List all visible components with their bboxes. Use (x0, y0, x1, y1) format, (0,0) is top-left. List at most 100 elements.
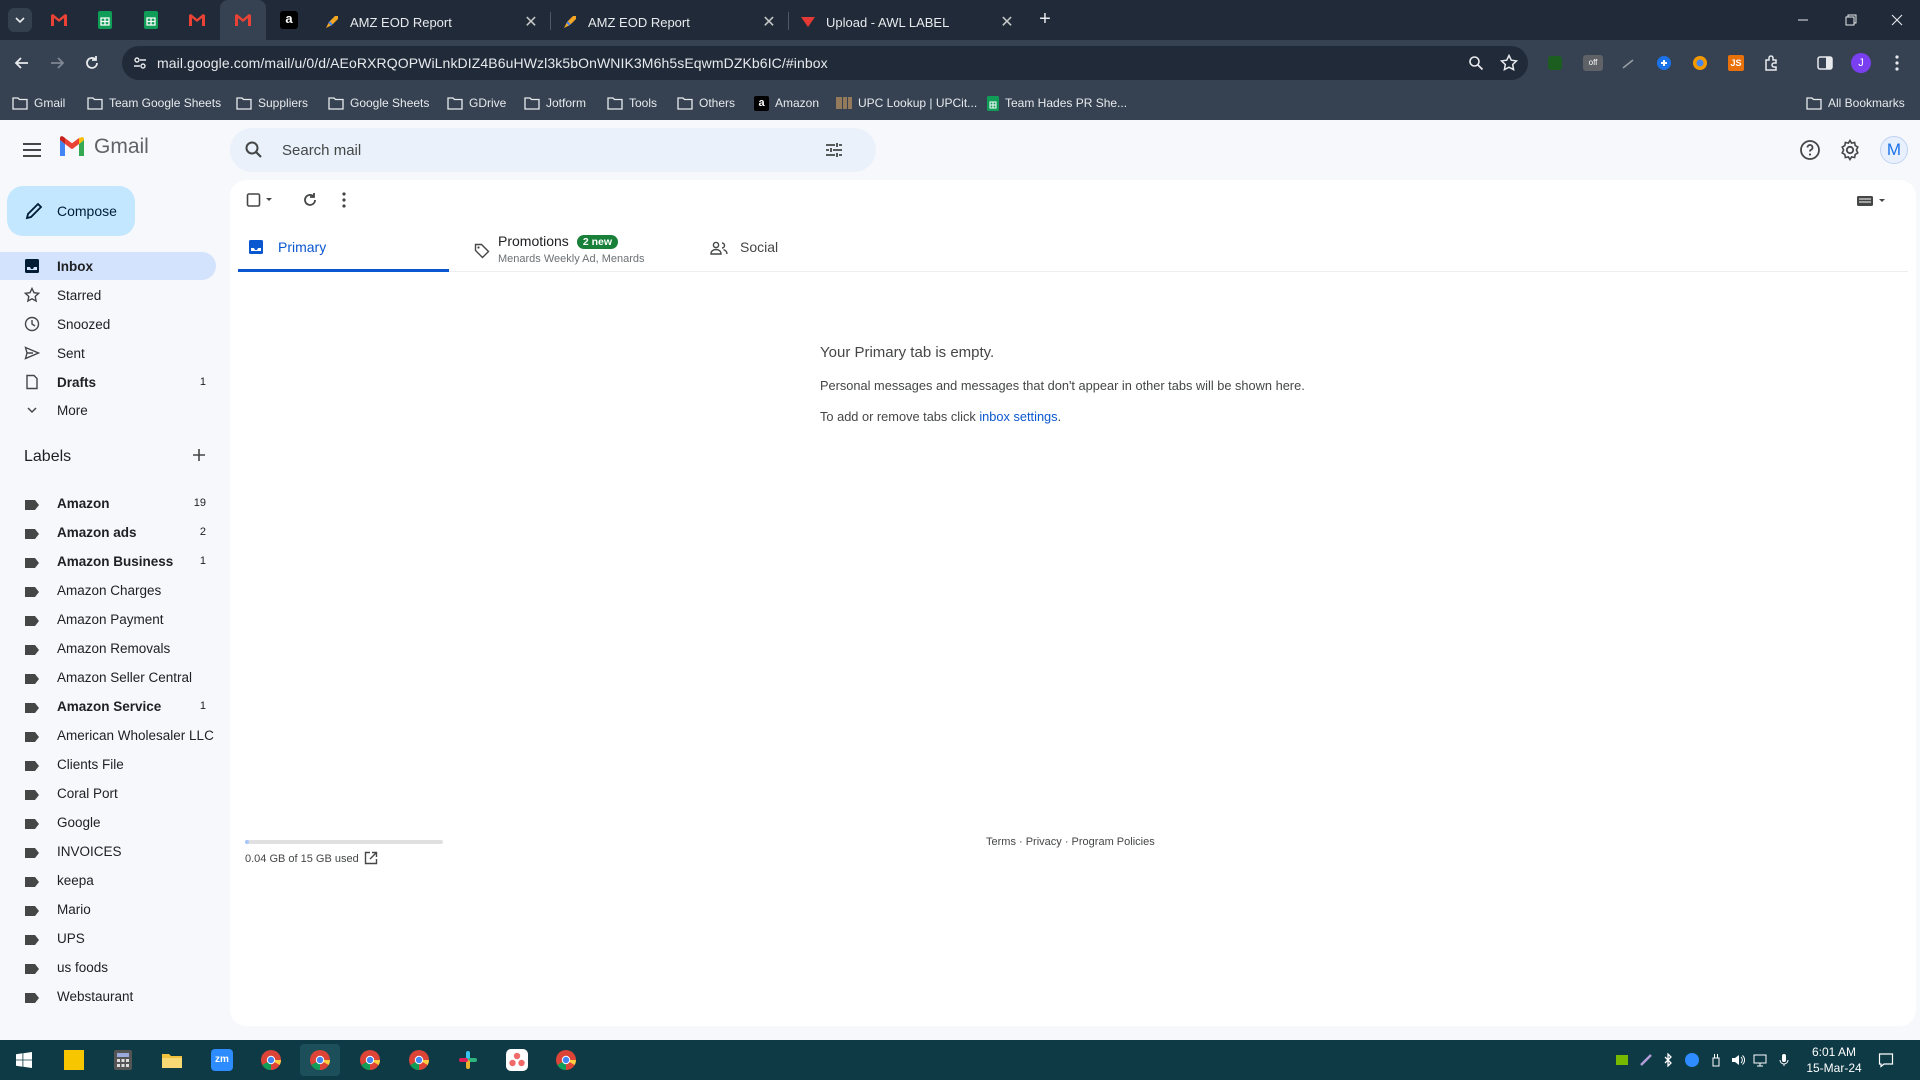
pinned-tab-gmail-1[interactable] (36, 0, 82, 40)
tray-usb-icon[interactable] (1708, 1052, 1724, 1068)
bookmark-others[interactable]: Others (677, 93, 735, 113)
bookmark-suppliers[interactable]: Suppliers (236, 93, 308, 113)
tab-amz-eod-report-2[interactable]: AMZ EOD Report ✕ (552, 4, 787, 40)
search-icon[interactable] (244, 140, 264, 160)
taskbar-clock[interactable]: 6:01 AM 15-Mar-24 (1804, 1044, 1864, 1076)
pinned-tab-sheets-2[interactable] (128, 0, 174, 40)
bookmark-jotform[interactable]: Jotform (524, 93, 586, 113)
sidebar-item-inbox[interactable]: Inbox (0, 252, 216, 280)
bookmark-google-sheets[interactable]: Google Sheets (328, 93, 429, 113)
taskbar-slack[interactable] (448, 1044, 488, 1076)
extension-orange-icon[interactable] (1690, 53, 1710, 73)
search-input[interactable] (282, 138, 782, 162)
forward-button[interactable] (43, 49, 71, 77)
zoom-icon[interactable] (1468, 55, 1484, 71)
all-bookmarks[interactable]: All Bookmarks (1806, 93, 1905, 113)
reload-button[interactable] (78, 49, 106, 77)
taskbar-chrome-3[interactable] (350, 1044, 390, 1076)
extension-js-icon[interactable]: JS (1726, 53, 1746, 73)
restore-button[interactable] (1828, 0, 1874, 40)
bookmark-team-google-sheets[interactable]: Team Google Sheets (87, 93, 221, 113)
pinned-tab-gmail-2[interactable] (174, 0, 220, 40)
tray-network-icon[interactable] (1752, 1052, 1768, 1068)
compose-button[interactable]: Compose (7, 186, 135, 236)
add-label-button[interactable] (192, 448, 206, 462)
close-icon[interactable]: ✕ (523, 12, 539, 32)
bookmark-gdrive[interactable]: GDrive (447, 93, 506, 113)
start-button[interactable] (4, 1044, 44, 1076)
sidebar-label-item[interactable]: UPS (0, 924, 216, 952)
tab-search-button[interactable] (8, 8, 32, 32)
address-bar[interactable]: mail.google.com/mail/u/0/d/AEoRXRQOPWiLn… (122, 46, 1528, 80)
inbox-settings-link[interactable]: inbox settings (979, 409, 1057, 424)
chrome-menu-button[interactable] (1887, 53, 1907, 73)
sidebar-label-item[interactable]: Google (0, 808, 216, 836)
more-vert-icon[interactable] (342, 192, 346, 208)
open-in-new-icon[interactable] (364, 851, 378, 865)
tab-social[interactable]: Social (700, 222, 900, 272)
sidebar-label-item[interactable]: Amazon Payment (0, 605, 216, 633)
sidebar-label-item[interactable]: Amazon Seller Central (0, 663, 216, 691)
profile-button[interactable]: J (1851, 53, 1871, 73)
taskbar-zoom[interactable]: zm (202, 1044, 242, 1076)
sidebar-label-item[interactable]: Amazon Removals (0, 634, 216, 662)
extensions-button[interactable] (1762, 53, 1782, 73)
close-icon[interactable]: ✕ (999, 12, 1015, 32)
tray-bluetooth-icon[interactable] (1660, 1052, 1676, 1068)
pinned-tab-amazon[interactable]: a (266, 0, 312, 40)
bookmark-gmail[interactable]: Gmail (12, 93, 65, 113)
bookmark-tools[interactable]: Tools (607, 93, 657, 113)
tab-promotions[interactable]: Promotions 2 new Menards Weekly Ad, Menar… (464, 222, 684, 272)
extension-slash-icon[interactable] (1618, 53, 1638, 73)
help-icon[interactable] (1798, 138, 1822, 162)
sidebar-item-drafts[interactable]: Drafts 1 (0, 368, 216, 396)
side-panel-button[interactable] (1815, 53, 1835, 73)
new-tab-button[interactable]: + (1033, 8, 1057, 32)
refresh-icon[interactable] (302, 192, 318, 208)
tray-microphone-icon[interactable] (1776, 1052, 1792, 1068)
pinned-tab-sheets-1[interactable] (82, 0, 128, 40)
account-avatar[interactable]: M (1880, 136, 1908, 164)
sidebar-label-item[interactable]: Clients File (0, 750, 216, 778)
pinned-tab-gmail-active[interactable] (220, 0, 266, 40)
taskbar-calculator[interactable] (103, 1044, 143, 1076)
sidebar-label-item[interactable]: Amazon Service 1 (0, 692, 216, 720)
back-button[interactable] (8, 49, 36, 77)
taskbar-asana[interactable] (497, 1044, 537, 1076)
input-tools-button[interactable] (1856, 194, 1888, 208)
sidebar-label-item[interactable]: us foods (0, 953, 216, 981)
extension-icon[interactable] (1545, 53, 1565, 73)
tab-primary[interactable]: Primary (238, 222, 449, 272)
tray-zoom-icon[interactable] (1684, 1052, 1700, 1068)
sidebar-label-item[interactable]: keepa (0, 866, 216, 894)
tray-pen-icon[interactable] (1638, 1052, 1654, 1068)
taskbar-chrome-1[interactable] (251, 1044, 291, 1076)
sidebar-label-item[interactable]: American Wholesaler LLC (0, 721, 216, 749)
footer-links[interactable]: Terms · Privacy · Program Policies (986, 836, 1155, 848)
gmail-logo[interactable]: Gmail (58, 135, 149, 159)
extension-blue-icon[interactable] (1654, 53, 1674, 73)
sidebar-item-starred[interactable]: Starred (0, 281, 216, 309)
bookmark-star-icon[interactable] (1500, 54, 1518, 72)
bookmark-team-hades[interactable]: Team Hades PR She... (987, 93, 1127, 113)
select-all-checkbox[interactable] (246, 192, 276, 208)
sidebar-label-item[interactable]: Coral Port (0, 779, 216, 807)
close-window-button[interactable] (1874, 0, 1920, 40)
tab-upload-awl-label[interactable]: Upload - AWL LABEL ✕ (790, 4, 1025, 40)
sidebar-label-item[interactable]: Webstaurant (0, 982, 216, 1010)
notifications-button[interactable] (1878, 1052, 1894, 1068)
taskbar-chrome-active[interactable] (300, 1044, 340, 1076)
taskbar-chrome-5[interactable] (546, 1044, 586, 1076)
taskbar-chrome-4[interactable] (399, 1044, 439, 1076)
tab-amz-eod-report-1[interactable]: AMZ EOD Report ✕ (314, 4, 549, 40)
sidebar-label-item[interactable]: INVOICES (0, 837, 216, 865)
tray-nvidia-icon[interactable] (1614, 1052, 1630, 1068)
settings-gear-icon[interactable] (1838, 138, 1862, 162)
tray-volume-icon[interactable] (1730, 1052, 1746, 1068)
taskbar-file-explorer[interactable] (152, 1044, 192, 1076)
bookmark-upc-lookup[interactable]: UPC Lookup | UPCit... (836, 93, 977, 113)
minimize-button[interactable] (1780, 0, 1826, 40)
menu-icon[interactable] (20, 138, 44, 162)
sidebar-label-item[interactable]: Amazon Charges (0, 576, 216, 604)
search-options-icon[interactable] (824, 140, 844, 160)
